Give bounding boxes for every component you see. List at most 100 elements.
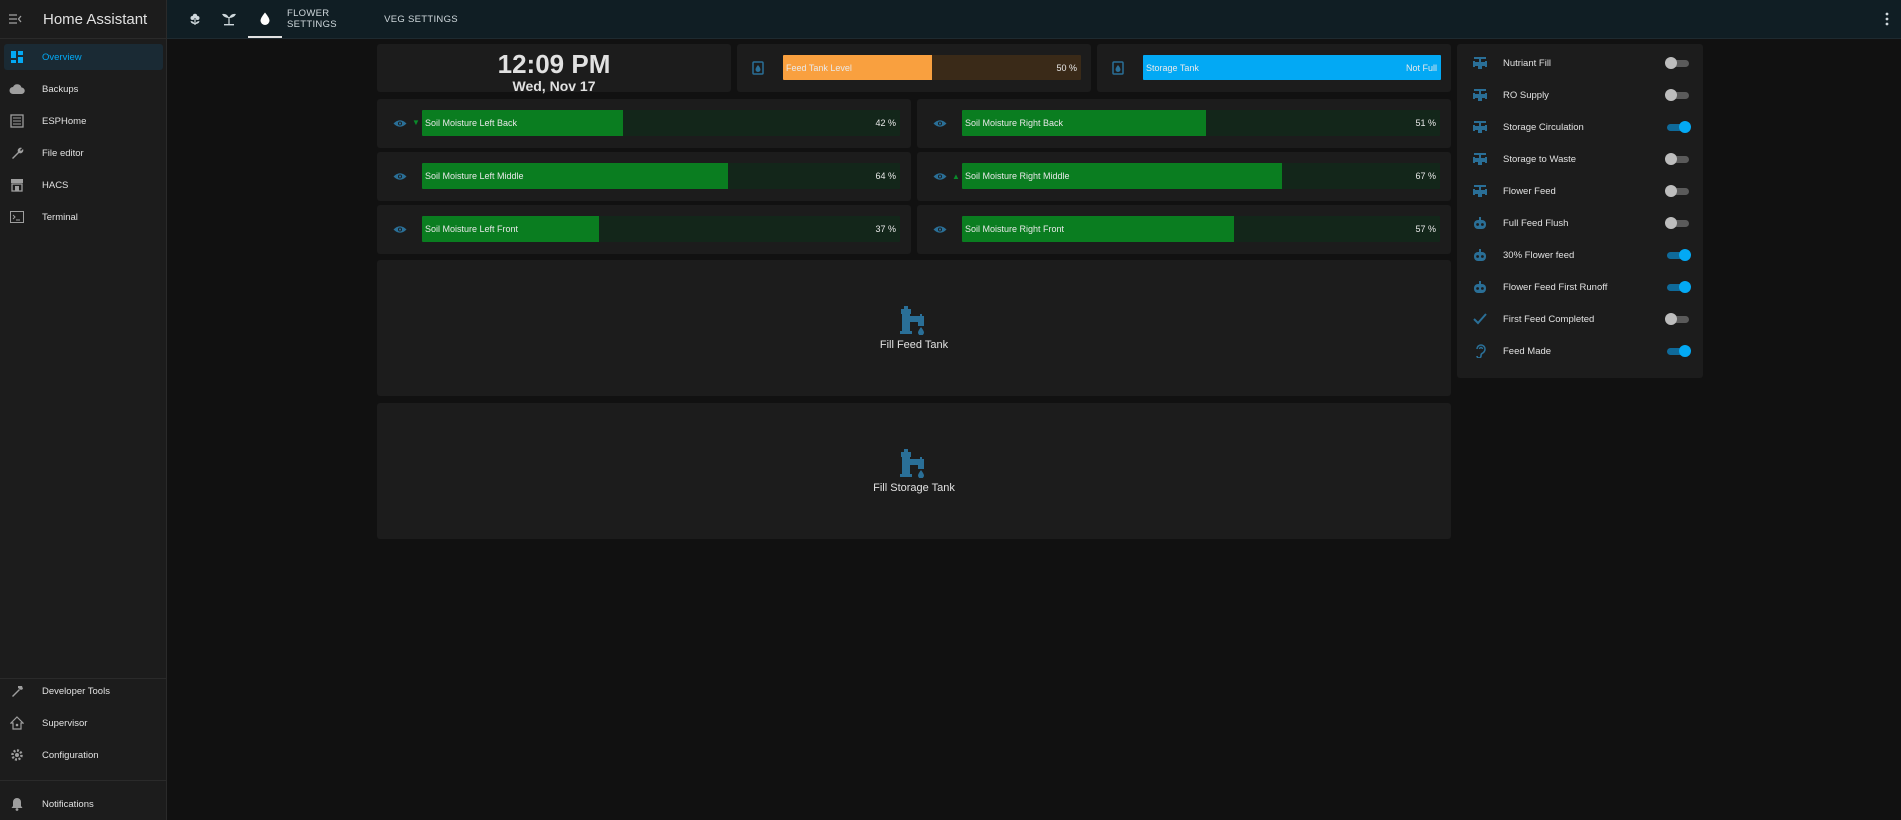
moisture-bar: Soil Moisture Right Front 57 % xyxy=(962,216,1440,242)
moisture-card-left-front[interactable]: Soil Moisture Left Front 37 % xyxy=(377,205,911,254)
valve-icon xyxy=(1469,180,1491,202)
robot-icon xyxy=(1469,244,1491,266)
eye-icon xyxy=(392,116,408,130)
toggle-switch[interactable] xyxy=(1665,185,1691,197)
toggle-switch[interactable] xyxy=(1665,89,1691,101)
hacs-icon xyxy=(6,174,28,196)
hammer-icon xyxy=(6,680,28,702)
eye-icon xyxy=(932,116,948,130)
toggle-row-flower-feed-first-runoff: Flower Feed First Runoff xyxy=(1457,271,1703,303)
water-tank-icon xyxy=(1110,60,1126,76)
moisture-value: 64 % xyxy=(875,171,896,181)
feed-tank-card[interactable]: Feed Tank Level 50 % xyxy=(737,44,1091,92)
bell-icon xyxy=(6,793,28,815)
moisture-label: Soil Moisture Left Front xyxy=(425,224,519,234)
sidebar-header: Home Assistant xyxy=(0,0,166,39)
tab-flower[interactable] xyxy=(178,0,212,38)
sprout-icon xyxy=(222,13,236,26)
dashboard-icon xyxy=(6,46,28,68)
tab-veg-settings[interactable]: VEG SETTINGS xyxy=(383,0,459,38)
overflow-menu-button[interactable] xyxy=(1885,0,1889,38)
tab-flower-settings[interactable]: FLOWER SETTINGS xyxy=(287,0,377,38)
moisture-card-left-back[interactable]: ▼ Soil Moisture Left Back 42 % xyxy=(377,99,911,148)
moisture-bar: Soil Moisture Right Middle 67 % xyxy=(962,163,1440,189)
toggle-label: Flower Feed First Runoff xyxy=(1503,281,1608,293)
moisture-value: 37 % xyxy=(875,224,896,234)
toggle-label: Storage to Waste xyxy=(1503,153,1577,165)
sidebar-item-label: Configuration xyxy=(42,749,99,761)
sidebar-item-overview[interactable]: Overview xyxy=(4,44,163,70)
sidebar-item-label: Supervisor xyxy=(42,717,88,729)
moisture-label: Soil Moisture Right Back xyxy=(965,118,1064,128)
sidebar-item-hacs[interactable]: HACS xyxy=(4,172,163,198)
console-icon xyxy=(6,206,28,228)
sidebar-item-developer-tools[interactable]: Developer Tools xyxy=(4,678,163,704)
sidebar-item-label: Developer Tools xyxy=(42,685,110,697)
toggle-row-nutriant-fill: Nutriant Fill xyxy=(1457,47,1703,79)
toggle-switch[interactable] xyxy=(1665,345,1691,357)
water-pump-icon xyxy=(900,306,924,335)
sidebar-item-terminal[interactable]: Terminal xyxy=(4,204,163,230)
moisture-bar: Soil Moisture Left Front 37 % xyxy=(422,216,900,242)
sidebar-divider xyxy=(0,780,167,781)
tab-veg[interactable] xyxy=(212,0,246,38)
valve-icon xyxy=(1469,84,1491,106)
toggle-row-ro-supply: RO Supply xyxy=(1457,79,1703,111)
trend-down-icon: ▼ xyxy=(412,118,420,127)
top-app-bar: FLOWER SETTINGS VEG SETTINGS xyxy=(167,0,1901,39)
water-pump-icon xyxy=(900,449,924,478)
sidebar-item-label: Terminal xyxy=(42,211,78,223)
clock-date: Wed, Nov 17 xyxy=(512,78,596,94)
menu-toggle-button[interactable] xyxy=(0,0,30,39)
clock-time: 12:09 PM xyxy=(497,49,611,79)
toggle-switch[interactable] xyxy=(1665,217,1691,229)
moisture-card-right-back[interactable]: Soil Moisture Right Back 51 % xyxy=(917,99,1451,148)
toggle-switch[interactable] xyxy=(1665,153,1691,165)
sidebar-item-esphome[interactable]: ESPHome xyxy=(4,108,163,134)
chip-icon xyxy=(6,110,28,132)
feed-tank-value: 50 % xyxy=(1056,62,1077,73)
water-tank-icon xyxy=(750,60,766,76)
storage-tank-card[interactable]: Storage Tank Not Full xyxy=(1097,44,1451,92)
button-label: Fill Feed Tank xyxy=(879,339,949,351)
toggle-switch[interactable] xyxy=(1665,281,1691,293)
feed-tank-bar: Feed Tank Level 50 % xyxy=(783,55,1081,80)
button-label: Fill Storage Tank xyxy=(873,482,955,494)
moisture-bar: Soil Moisture Left Back 42 % xyxy=(422,110,900,136)
fill-feed-tank-button[interactable]: Fill Feed Tank xyxy=(377,260,1451,396)
toggle-switch[interactable] xyxy=(1665,57,1691,69)
eye-icon xyxy=(932,222,948,236)
sidebar-item-file-editor[interactable]: File editor xyxy=(4,140,163,166)
toggle-label: RO Supply xyxy=(1503,89,1549,101)
moisture-card-right-front[interactable]: Soil Moisture Right Front 57 % xyxy=(917,205,1451,254)
sidebar-item-backups[interactable]: Backups xyxy=(4,76,163,102)
app-title: Home Assistant xyxy=(43,10,148,28)
toggle-switch[interactable] xyxy=(1665,249,1691,261)
sidebar-item-notifications[interactable]: Notifications xyxy=(4,791,163,817)
clock-card: 12:09 PM Wed, Nov 17 xyxy=(377,44,731,94)
robot-icon xyxy=(1469,276,1491,298)
toggle-switch[interactable] xyxy=(1665,121,1691,133)
more-vertical-icon xyxy=(1885,12,1889,26)
tab-water[interactable] xyxy=(248,0,282,38)
gear-icon xyxy=(6,744,28,766)
storage-tank-value: Not Full xyxy=(1405,62,1437,73)
storage-tank-label: Storage Tank xyxy=(1146,62,1199,73)
check-icon xyxy=(1469,308,1491,330)
toggle-label: First Feed Completed xyxy=(1503,313,1595,325)
sidebar-item-label: File editor xyxy=(42,147,84,159)
toggle-row-30-flower-feed: 30% Flower feed xyxy=(1457,239,1703,271)
toggle-label: Feed Made xyxy=(1503,345,1552,357)
feed-tank-label: Feed Tank Level xyxy=(786,62,852,73)
valve-icon xyxy=(1469,148,1491,170)
moisture-value: 67 % xyxy=(1415,171,1436,181)
storage-tank-bar: Storage Tank Not Full xyxy=(1143,55,1441,80)
sidebar-item-configuration[interactable]: Configuration xyxy=(4,742,163,768)
toggle-switch[interactable] xyxy=(1665,313,1691,325)
sidebar-item-supervisor[interactable]: Supervisor xyxy=(4,710,163,736)
moisture-card-left-middle[interactable]: Soil Moisture Left Middle 64 % xyxy=(377,152,911,201)
water-drop-icon xyxy=(260,12,270,25)
sidebar-item-label: HACS xyxy=(42,179,69,191)
fill-storage-tank-button[interactable]: Fill Storage Tank xyxy=(377,403,1451,539)
moisture-card-right-middle[interactable]: ▲ Soil Moisture Right Middle 67 % xyxy=(917,152,1451,201)
